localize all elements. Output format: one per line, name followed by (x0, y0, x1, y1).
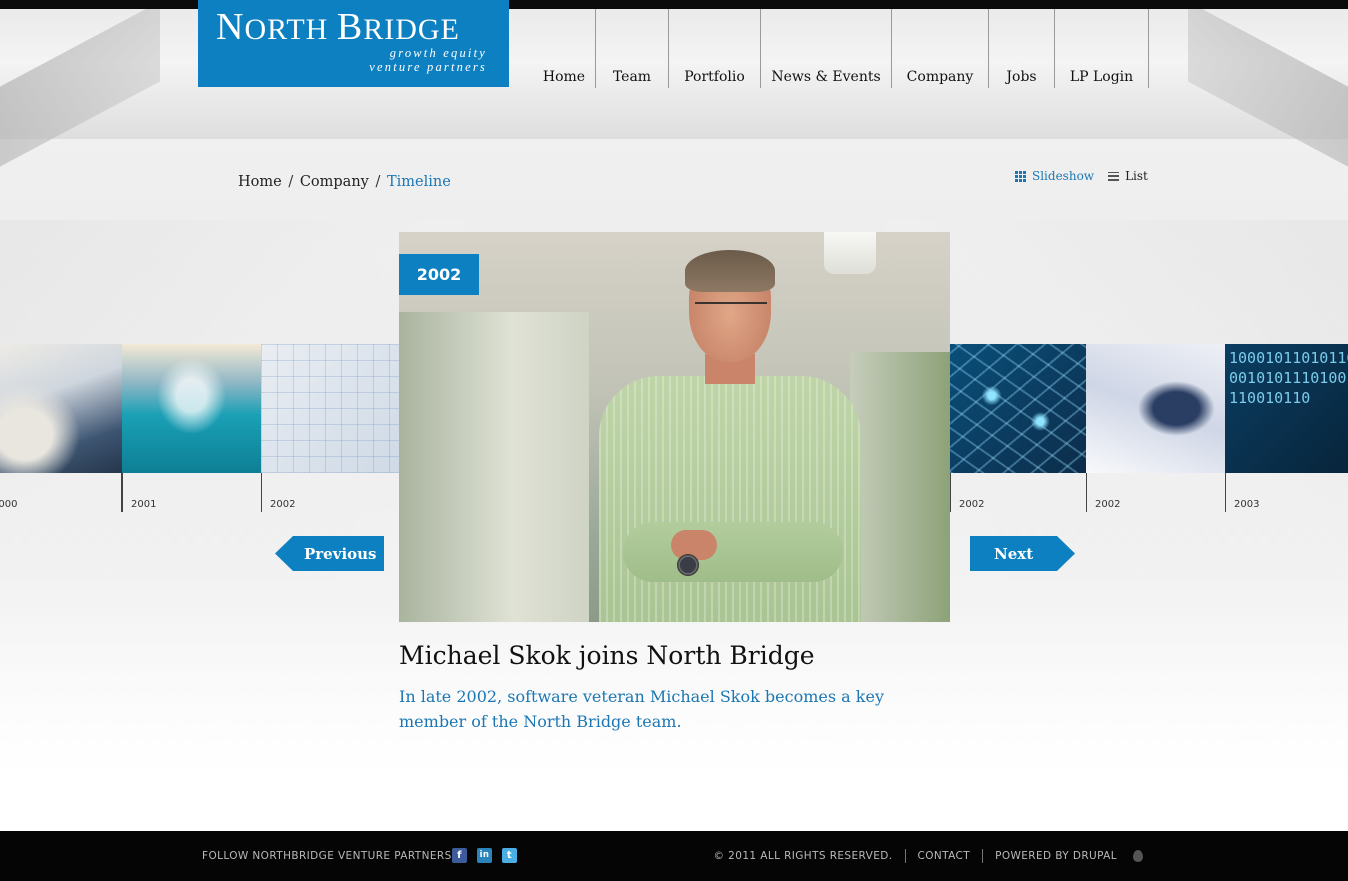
nav-portfolio[interactable]: Portfolio (669, 9, 761, 88)
thumb-year: 2002 (270, 499, 296, 510)
facebook-glyph: f (457, 849, 462, 861)
breadcrumb-current: Timeline (386, 174, 451, 190)
breadcrumb-separator: / (288, 174, 294, 190)
list-icon (1108, 171, 1120, 181)
nav-company-label: Company (906, 69, 974, 85)
previous-button[interactable]: Previous (275, 536, 384, 571)
nav-home[interactable]: Home (533, 9, 596, 88)
facebook-icon[interactable]: f (452, 848, 467, 863)
breadcrumb-separator: / (375, 174, 381, 190)
powered-by-link[interactable]: POWERED BY DRUPAL (982, 849, 1129, 863)
nav-jobs-label: Jobs (1006, 69, 1037, 85)
meeting-photo (0, 344, 122, 473)
nav-portfolio-label: Portfolio (684, 69, 745, 85)
logo-tagline-line1: growth equity (389, 46, 487, 60)
binary-code-photo: 1000101101011000101011101001110010110 (1225, 344, 1348, 473)
thumb-year: 2002 (1095, 499, 1121, 510)
timeline-tick (261, 473, 262, 512)
thumb-year: 2003 (1234, 499, 1260, 510)
laptop-stethoscope-photo (1086, 344, 1225, 473)
list-view-button[interactable]: List (1108, 169, 1148, 183)
timeline-thumb[interactable]: 2000 (0, 344, 122, 512)
timeline-thumb[interactable]: 2002 (1086, 344, 1225, 512)
blueprint-photo (261, 344, 400, 473)
person-glasses (695, 302, 767, 316)
logo-tagline: growth equity venture partners (369, 46, 487, 74)
list-label: List (1125, 169, 1148, 183)
timeline-thumb[interactable]: 2001 (122, 344, 261, 512)
logo-wordmark: NORTH BRIDGE (216, 6, 460, 48)
follow-text: FOLLOW NORTHBRIDGE VENTURE PARTNERS (202, 850, 452, 862)
breadcrumb-home[interactable]: Home (238, 174, 282, 190)
person-hair (685, 250, 775, 292)
network-photo (950, 344, 1089, 473)
view-toggle: Slideshow List (1015, 169, 1148, 183)
photo-window (399, 312, 589, 622)
logo-tagline-line2: venture partners (369, 60, 487, 74)
timeline-thumb[interactable]: 1000101101011000101011101001110010110 20… (1225, 344, 1348, 512)
nav-jobs[interactable]: Jobs (989, 9, 1055, 88)
timeline-tick (1086, 473, 1087, 512)
next-button[interactable]: Next (970, 536, 1075, 571)
breadcrumb-company[interactable]: Company (300, 174, 369, 190)
timeline-thumb[interactable]: 2002 (261, 344, 400, 512)
breadcrumb: Home / Company / Timeline (238, 174, 451, 190)
year-badge: 2002 (399, 254, 479, 295)
thumb-year: 2001 (131, 499, 157, 510)
north-bridge-logo[interactable]: NORTH BRIDGE growth equity venture partn… (198, 0, 509, 87)
person-arms (623, 522, 843, 582)
timeline-tick (950, 473, 951, 512)
footer-links: © 2011 ALL RIGHTS RESERVED. CONTACT POWE… (714, 849, 1143, 863)
footer: FOLLOW NORTHBRIDGE VENTURE PARTNERS f in… (0, 831, 1348, 881)
conference-table-photo (122, 344, 261, 473)
person-figure (579, 250, 879, 622)
slideshow-view-button[interactable]: Slideshow (1015, 169, 1094, 183)
slide-title: Michael Skok joins North Bridge (399, 641, 815, 670)
slide-description: In late 2002, software veteran Michael S… (399, 687, 884, 731)
drupal-icon (1133, 850, 1143, 862)
nav-team-label: Team (612, 69, 652, 85)
timeline-tick (1225, 473, 1226, 512)
main-nav: Home Team Portfolio News & Events Compan… (533, 9, 1149, 88)
twitter-glyph: t (506, 849, 513, 861)
twitter-icon[interactable]: t (502, 848, 517, 863)
timeline-thumb[interactable]: 2002 (950, 344, 1089, 512)
watch-icon (677, 554, 699, 576)
nav-company[interactable]: Company (892, 9, 989, 88)
nav-news-events-label: News & Events (771, 69, 881, 85)
linkedin-glyph: in (479, 850, 490, 861)
next-label: Next (994, 544, 1034, 563)
timeline-tick (122, 473, 123, 512)
nav-lp-login-label: LP Login (1069, 69, 1134, 85)
copyright-text: © 2011 ALL RIGHTS RESERVED. (713, 850, 893, 862)
previous-label: Previous (304, 544, 377, 563)
social-links: f in t (452, 848, 517, 863)
nav-news-events[interactable]: News & Events (761, 9, 892, 88)
thumb-year: 2002 (959, 499, 985, 510)
slide-photo (399, 232, 950, 622)
thumb-year: 2000 (0, 499, 18, 510)
grid-icon (1015, 170, 1026, 182)
nav-home-label: Home (542, 69, 586, 85)
linkedin-icon[interactable]: in (477, 848, 492, 863)
person-shirt (599, 376, 861, 622)
nav-team[interactable]: Team (596, 9, 669, 88)
nav-lp-login[interactable]: LP Login (1055, 9, 1149, 88)
contact-link[interactable]: CONTACT (904, 849, 983, 863)
slideshow-label: Slideshow (1032, 169, 1095, 183)
